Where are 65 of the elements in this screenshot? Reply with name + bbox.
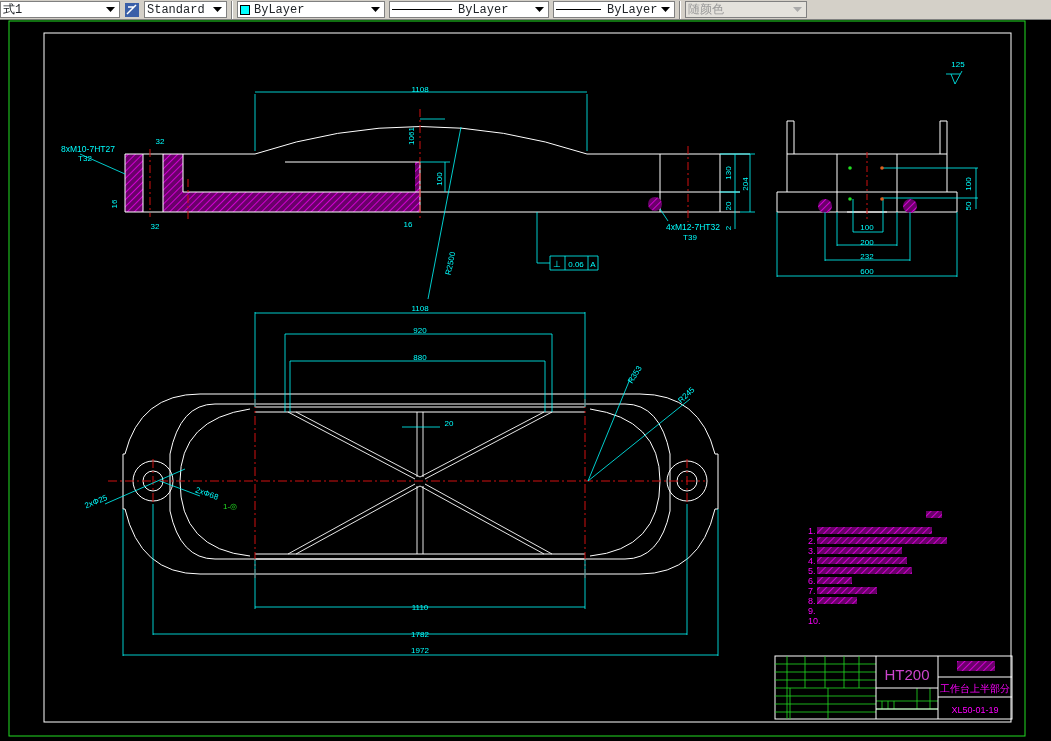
illegible-text-drawing [817,587,877,594]
dimension-text: 100 [964,177,973,191]
dimension-text: 130 [724,166,733,180]
datum-letter: A [590,260,596,269]
drawing-number-text: XL50-01-19 [951,705,999,715]
illegible-text-drawing [926,511,942,518]
text-style-icon[interactable] [124,2,140,19]
hole-callout-text: T39 [683,233,697,242]
color-dropdown[interactable]: ByLayer [237,1,385,18]
roughness-text: 16 [403,220,413,229]
dimension-text: 1061 [407,127,416,145]
roughness-text: 16 [110,199,119,209]
illegible-text-drawing [957,661,995,671]
dimension-text: 880 [413,353,427,362]
dimension-text: 1108 [411,85,429,94]
hole-callout-text: 2xΦ25 [83,493,109,511]
dimension-text: 204 [741,177,750,191]
dropdown-caret-icon[interactable] [660,7,670,12]
dimension-text: 50 [964,201,973,211]
requirement-number: 6. [808,576,816,586]
hole-callout-text: 2xΦ68 [194,485,220,502]
dimension-text: 20 [444,419,454,428]
requirement-number: 1. [808,526,816,536]
part-name-text: 工作台上半部分 [940,683,1010,694]
dimension-text: 1110 [411,603,429,612]
dropdown-caret-icon[interactable] [370,7,380,12]
requirement-number: 10. [808,616,821,626]
dimension-text: 200 [860,238,874,247]
dropdown-caret-icon[interactable] [212,7,222,12]
roughness-text: 32 [150,222,160,231]
requirement-number: 5. [808,566,816,576]
material-text: HT200 [884,666,930,683]
dimension-text: 232 [860,252,874,261]
dimension-text: 100 [860,223,874,232]
dropdown-caret-icon[interactable] [534,7,544,12]
requirement-number: 3. [808,546,816,556]
text-style-dropdown[interactable]: 式1 [0,1,120,18]
dimension-text: 1782 [411,630,429,639]
datum-label: 1-◎ [222,502,238,511]
dropdown-caret-icon[interactable] [105,7,115,12]
requirement-number: 9. [808,606,816,616]
roughness-text: 125 [951,60,965,69]
dimension-text: 1972 [411,646,429,655]
hole-callout-text: T32 [78,154,92,163]
dimension-text: 1108 [411,304,429,313]
illegible-text-drawing [817,577,852,584]
requirement-number: 7. [808,586,816,596]
linetype-dropdown[interactable]: ByLayer [389,1,549,18]
requirement-number: 8. [808,596,816,606]
dimension-text: 2 [724,225,733,231]
dimension-text: 920 [413,326,427,335]
requirement-number: 2. [808,536,816,546]
hole-callout-text: 8xM10-7HT27 [61,144,115,154]
dimension-text: 20 [724,201,733,211]
dimension-text: R2500 [443,251,458,276]
dimension-text: 100 [435,172,444,186]
lineweight-dropdown[interactable]: ByLayer [553,1,675,18]
hole-callout-text: 4xM12-7HT32 [666,222,720,232]
tolerance-symbol: ⊥ [553,259,561,269]
roughness-text: 32 [155,137,165,146]
requirement-number: 4. [808,556,816,566]
tolerance-value: 0.06 [568,260,584,269]
dimension-style-dropdown[interactable]: Standard [144,1,227,18]
illegible-text-drawing [817,597,857,604]
dimension-text: 600 [860,267,874,276]
